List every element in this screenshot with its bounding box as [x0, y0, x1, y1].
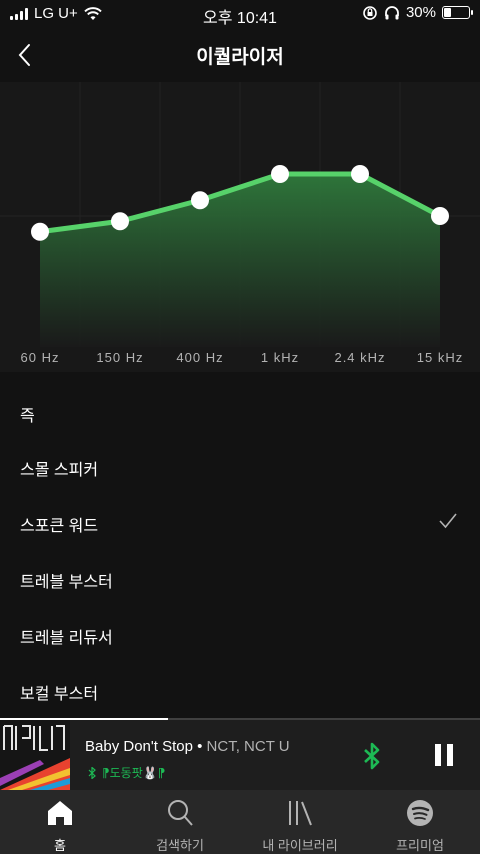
equalizer-chart: [0, 82, 480, 347]
track-info: Baby Don't Stop • NCT, NCT U: [85, 738, 290, 755]
equalizer-area: [40, 174, 440, 347]
bluetooth-icon: [364, 742, 380, 770]
frequency-label: 60 Hz: [20, 350, 60, 365]
connected-device: ⁋도동팟🐰⁋: [88, 764, 165, 781]
pause-icon: [435, 744, 441, 766]
status-right: 30%: [362, 4, 473, 21]
checkmark-icon: [439, 513, 457, 529]
band-knob[interactable]: [31, 222, 49, 241]
tab-label: 홈: [54, 838, 66, 853]
tab-search[interactable]: 검색하기: [120, 790, 240, 854]
battery-icon: [442, 6, 473, 19]
device-name: ⁋도동팟🐰⁋: [102, 766, 166, 780]
header: 이퀄라이저: [0, 28, 480, 82]
tab-home[interactable]: 홈: [0, 790, 120, 854]
band-knob[interactable]: [351, 165, 369, 183]
preset-item[interactable]: 즉: [20, 402, 35, 426]
preset-item[interactable]: 트레블 부스터: [20, 568, 113, 592]
frequency-labels: 60 Hz 150 Hz 400 Hz 1 kHz 2.4 kHz 15 kHz: [0, 350, 480, 370]
frequency-label: 15 kHz: [416, 350, 464, 365]
bluetooth-device-button[interactable]: [360, 742, 384, 770]
album-art: [0, 720, 70, 790]
bluetooth-icon: [88, 766, 96, 779]
preset-item-selected[interactable]: 스포큰 워드: [20, 512, 98, 536]
track-separator: •: [192, 738, 207, 755]
frequency-label: 150 Hz: [96, 350, 144, 365]
status-bar: LG U+ 오후 10:41 30%: [0, 0, 480, 28]
tab-label: 검색하기: [156, 838, 204, 853]
frequency-label: 1 kHz: [260, 350, 300, 365]
library-icon: [289, 801, 312, 826]
band-knob[interactable]: [271, 165, 289, 183]
tab-premium[interactable]: 프리미엄: [360, 790, 480, 854]
band-knob[interactable]: [111, 212, 129, 231]
frequency-label: 2.4 kHz: [334, 350, 386, 365]
mini-player[interactable]: Baby Don't Stop • NCT, NCT U ⁋도동팟🐰⁋: [0, 720, 480, 790]
band-knob[interactable]: [191, 191, 209, 210]
preset-item[interactable]: 트레블 리듀서: [20, 624, 113, 648]
battery-percent: 30%: [405, 4, 436, 21]
headphones-icon: [385, 5, 399, 19]
spotify-logo-icon: [407, 800, 433, 826]
tab-bar: 홈 검색하기 내 라이브러리 프리미엄: [0, 790, 480, 854]
rotation-lock-icon: [363, 5, 377, 20]
tab-label: 내 라이브러리: [262, 838, 338, 853]
band-knob[interactable]: [431, 207, 449, 225]
tab-label: 프리미엄: [396, 838, 444, 853]
search-icon: [168, 800, 193, 826]
home-icon: [48, 801, 72, 825]
tab-library[interactable]: 내 라이브러리: [240, 790, 360, 854]
preset-item[interactable]: 보컬 부스터: [20, 680, 98, 704]
pause-button[interactable]: [432, 744, 456, 768]
page-title: 이퀄라이저: [196, 47, 284, 68]
equalizer-graph[interactable]: [0, 82, 480, 372]
track-title: Baby Don't Stop: [85, 738, 193, 755]
preset-item[interactable]: 스몰 스피커: [20, 456, 98, 480]
frequency-label: 400 Hz: [176, 350, 224, 365]
track-artist: NCT, NCT U: [206, 738, 290, 755]
